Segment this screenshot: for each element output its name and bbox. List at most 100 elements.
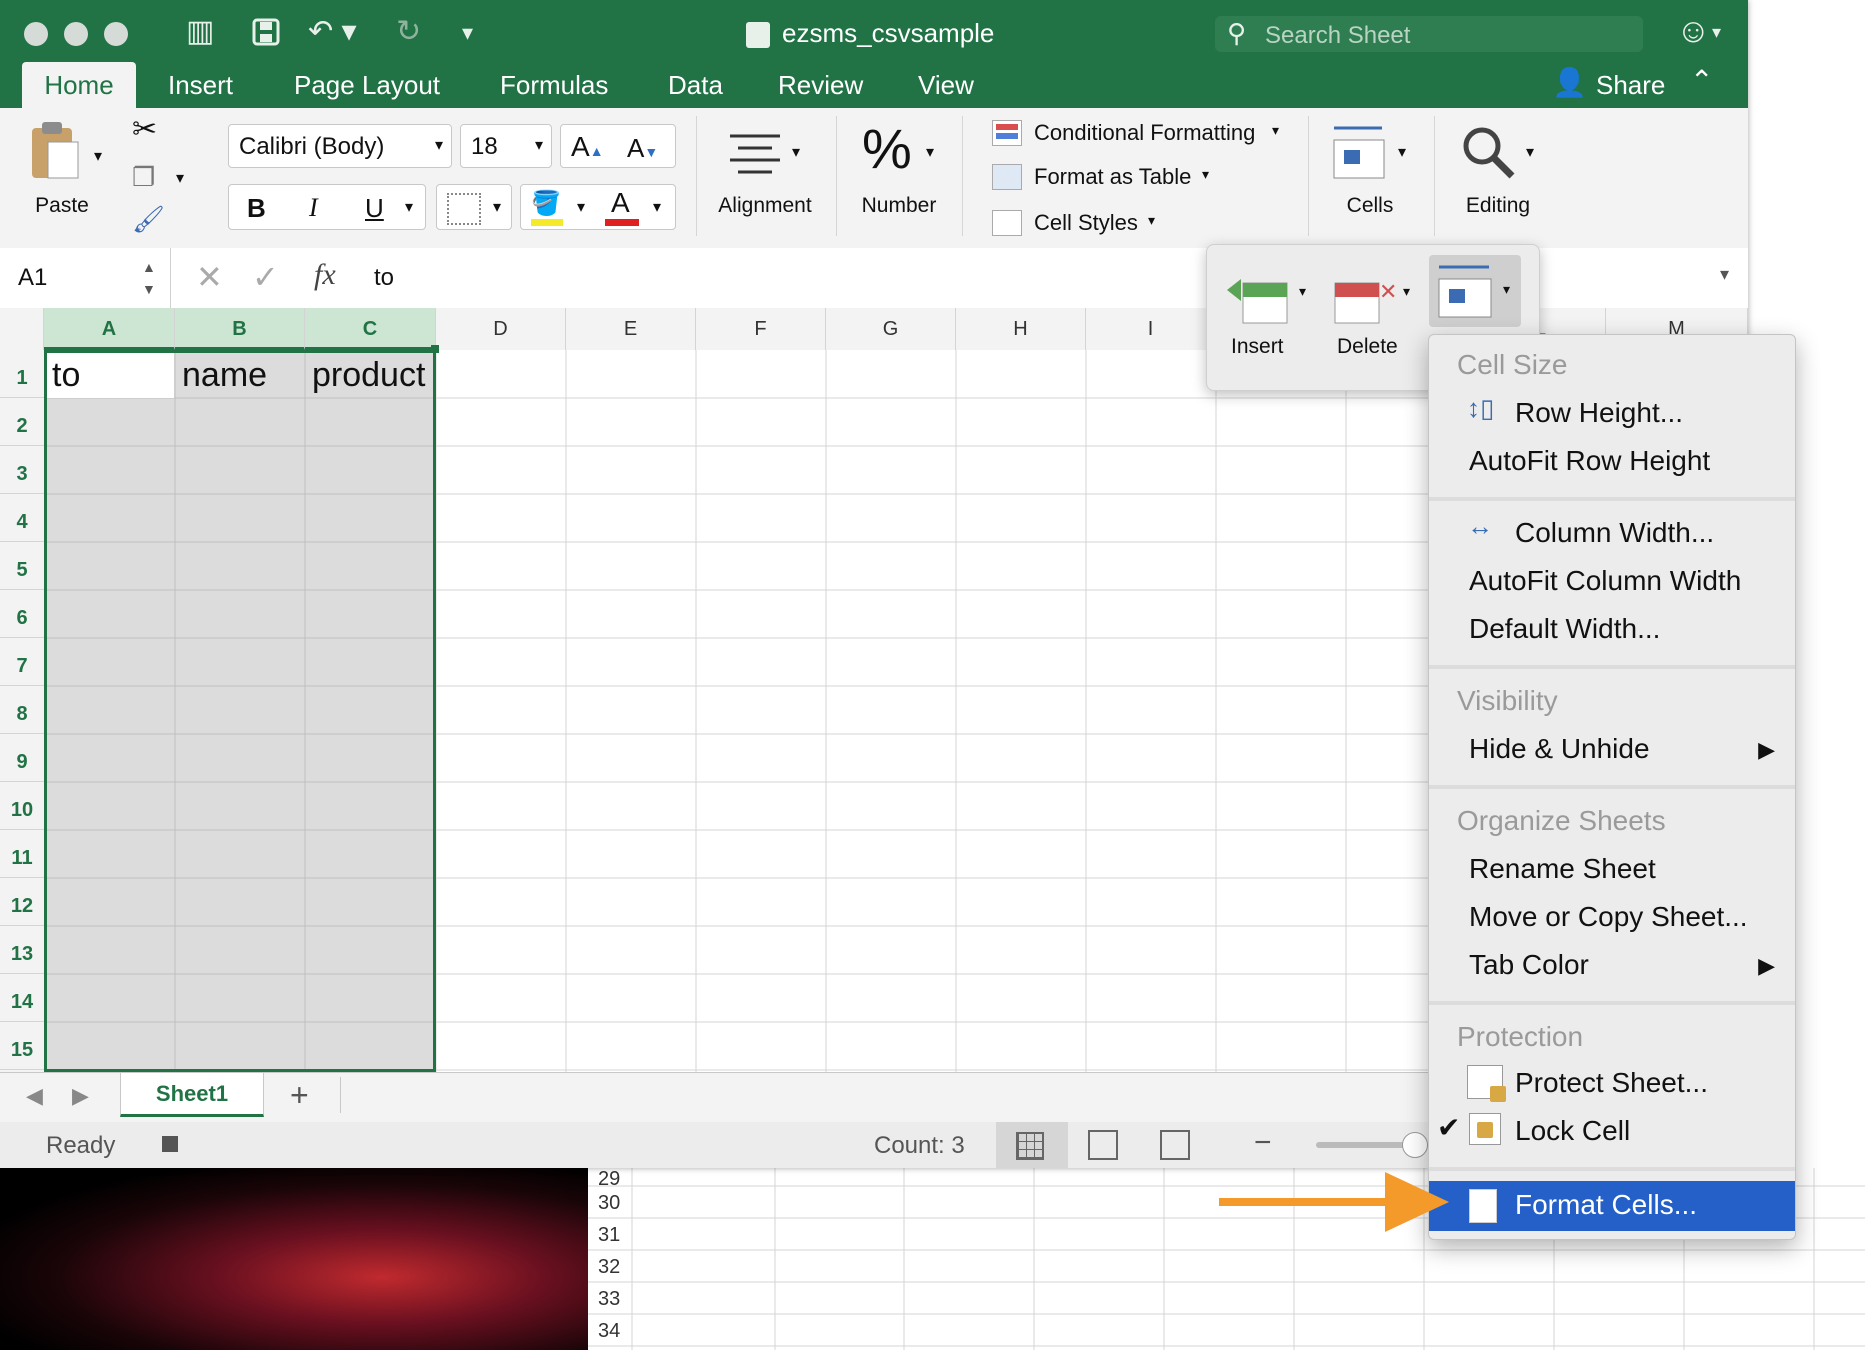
menu-item-format-cells-highlighted[interactable]: Format Cells... [1429,1181,1795,1231]
save-icon[interactable] [252,18,280,51]
next-sheet-icon[interactable]: ▶ [72,1083,89,1109]
row-header[interactable]: 2 [0,398,44,446]
chevron-down-icon[interactable]: ▾ [1403,283,1410,300]
cell-styles-button[interactable]: Cell Styles [1034,210,1138,236]
normal-view-button[interactable] [996,1122,1068,1168]
menu-item-rename-sheet[interactable]: Rename Sheet [1469,853,1656,885]
row-header[interactable]: 3 [0,446,44,494]
tab-home[interactable]: Home [22,62,136,108]
search-sheet-box[interactable]: ⚲ Search Sheet [1215,16,1643,52]
row-header[interactable]: 15 [0,1022,44,1070]
cell-b1[interactable]: name [182,356,267,395]
menu-item-autofit-row-height[interactable]: AutoFit Row Height [1469,445,1710,477]
chevron-down-icon[interactable]: ▾ [1398,142,1406,162]
chevron-down-icon[interactable]: ▾ [1299,283,1306,300]
menu-item-hide-unhide[interactable]: Hide & Unhide [1469,733,1650,765]
menu-item-default-width[interactable]: Default Width... [1469,613,1660,645]
decrease-font-size-icon[interactable]: A▼ [627,133,658,164]
name-box[interactable]: A1 [18,264,47,292]
sheet-tab-sheet1[interactable]: Sheet1 [120,1073,264,1117]
bold-button[interactable]: B [247,193,266,224]
zoom-window-button[interactable] [104,22,128,46]
format-button-active[interactable]: ▾ [1429,255,1521,327]
page-layout-view-icon[interactable] [1088,1130,1118,1160]
add-sheet-button[interactable]: + [290,1077,309,1114]
tab-data[interactable]: Data [668,70,723,101]
row-header[interactable]: 9 [0,734,44,782]
borders-button[interactable]: ▾ [436,184,512,230]
paste-icon[interactable] [28,120,84,187]
increase-font-size-icon[interactable]: A▲ [571,131,604,163]
minimize-window-button[interactable] [64,22,88,46]
row-header[interactable]: 14 [0,974,44,1022]
macro-record-icon[interactable] [162,1136,178,1152]
menu-item-protect-sheet[interactable]: Protect Sheet... [1515,1067,1708,1099]
name-box-stepper-icon[interactable]: ▲ ▼ [142,256,156,300]
page-break-view-icon[interactable] [1160,1130,1190,1160]
chevron-down-icon[interactable]: ▾ [577,197,585,217]
column-header-e[interactable]: E [566,308,696,350]
chevron-down-icon[interactable]: ▾ [1202,166,1209,183]
column-header-c[interactable]: C [305,308,436,350]
selected-range[interactable] [44,350,436,1072]
confirm-entry-icon[interactable]: ✓ [252,258,279,296]
column-header-h[interactable]: H [956,308,1086,350]
paste-options-chevron-icon[interactable]: ▾ [94,146,102,166]
expand-formula-bar-icon[interactable]: ▾ [1720,264,1729,285]
menu-item-tab-color[interactable]: Tab Color [1469,949,1589,981]
zoom-slider-thumb[interactable] [1402,1132,1428,1158]
fill-handle[interactable] [431,345,439,353]
underline-options-chevron-icon[interactable]: ▾ [405,197,413,217]
cell-c1[interactable]: product [312,356,425,395]
format-cells-icon[interactable] [1330,122,1386,185]
conditional-formatting-button[interactable]: Conditional Formatting [1034,120,1255,146]
chevron-down-icon[interactable]: ▾ [1712,22,1721,43]
share-button[interactable]: Share [1596,70,1665,101]
underline-button[interactable]: U [365,193,384,224]
delete-cells-icon[interactable]: ✕ [1331,265,1397,332]
chevron-down-icon[interactable]: ▾ [1148,212,1155,229]
copy-icon[interactable]: ❐ [132,162,155,193]
search-magnifier-icon[interactable] [1460,124,1516,185]
menu-item-autofit-column-width[interactable]: AutoFit Column Width [1469,565,1741,597]
menu-item-lock-cell[interactable]: Lock Cell [1515,1115,1630,1147]
zoom-out-button[interactable]: − [1254,1126,1272,1160]
redo-icon[interactable]: ↻ [396,14,421,49]
fill-color-icon[interactable]: 🪣 [531,189,561,218]
row-header[interactable]: 5 [0,542,44,590]
row-header[interactable]: 13 [0,926,44,974]
row-header[interactable]: 7 [0,638,44,686]
menu-item-row-height[interactable]: Row Height... [1515,397,1683,429]
cancel-entry-icon[interactable]: ✕ [196,258,223,296]
font-color-icon[interactable]: A [611,187,630,219]
insert-function-icon[interactable]: fx [314,258,336,292]
row-header[interactable]: 4 [0,494,44,542]
tab-view[interactable]: View [918,70,974,101]
undo-icon[interactable]: ↶ ▾ [308,14,357,49]
row-header[interactable]: 11 [0,830,44,878]
menu-item-format-cells[interactable]: Format Cells... [1515,1189,1697,1221]
customize-toolbar-icon[interactable]: ▾ [462,20,473,46]
chevron-down-icon[interactable]: ▾ [1272,122,1279,139]
format-painter-icon[interactable]: 🖌 [132,204,165,235]
tab-formulas[interactable]: Formulas [500,70,608,101]
font-name-select[interactable]: Calibri (Body) ▾ [228,124,452,168]
previous-sheet-icon[interactable]: ◀ [26,1083,43,1109]
tab-insert[interactable]: Insert [168,70,233,101]
chevron-down-icon[interactable]: ▾ [1526,142,1534,162]
row-header[interactable]: 1 [0,350,44,398]
tab-review[interactable]: Review [778,70,863,101]
alignment-icon[interactable] [728,132,782,181]
collapse-ribbon-icon[interactable]: ⌃ [1690,64,1713,97]
column-header-a[interactable]: A [44,308,175,350]
row-header[interactable]: 12 [0,878,44,926]
format-as-table-button[interactable]: Format as Table [1034,164,1191,190]
menu-item-move-copy-sheet[interactable]: Move or Copy Sheet... [1469,901,1748,933]
cut-icon[interactable]: ✂ [132,112,157,147]
chevron-down-icon[interactable]: ▾ [653,197,661,217]
formula-input[interactable]: to [374,264,394,292]
row-header[interactable]: 10 [0,782,44,830]
row-header[interactable]: 6 [0,590,44,638]
chevron-down-icon[interactable]: ▾ [926,142,934,162]
menu-item-column-width[interactable]: Column Width... [1515,517,1714,549]
